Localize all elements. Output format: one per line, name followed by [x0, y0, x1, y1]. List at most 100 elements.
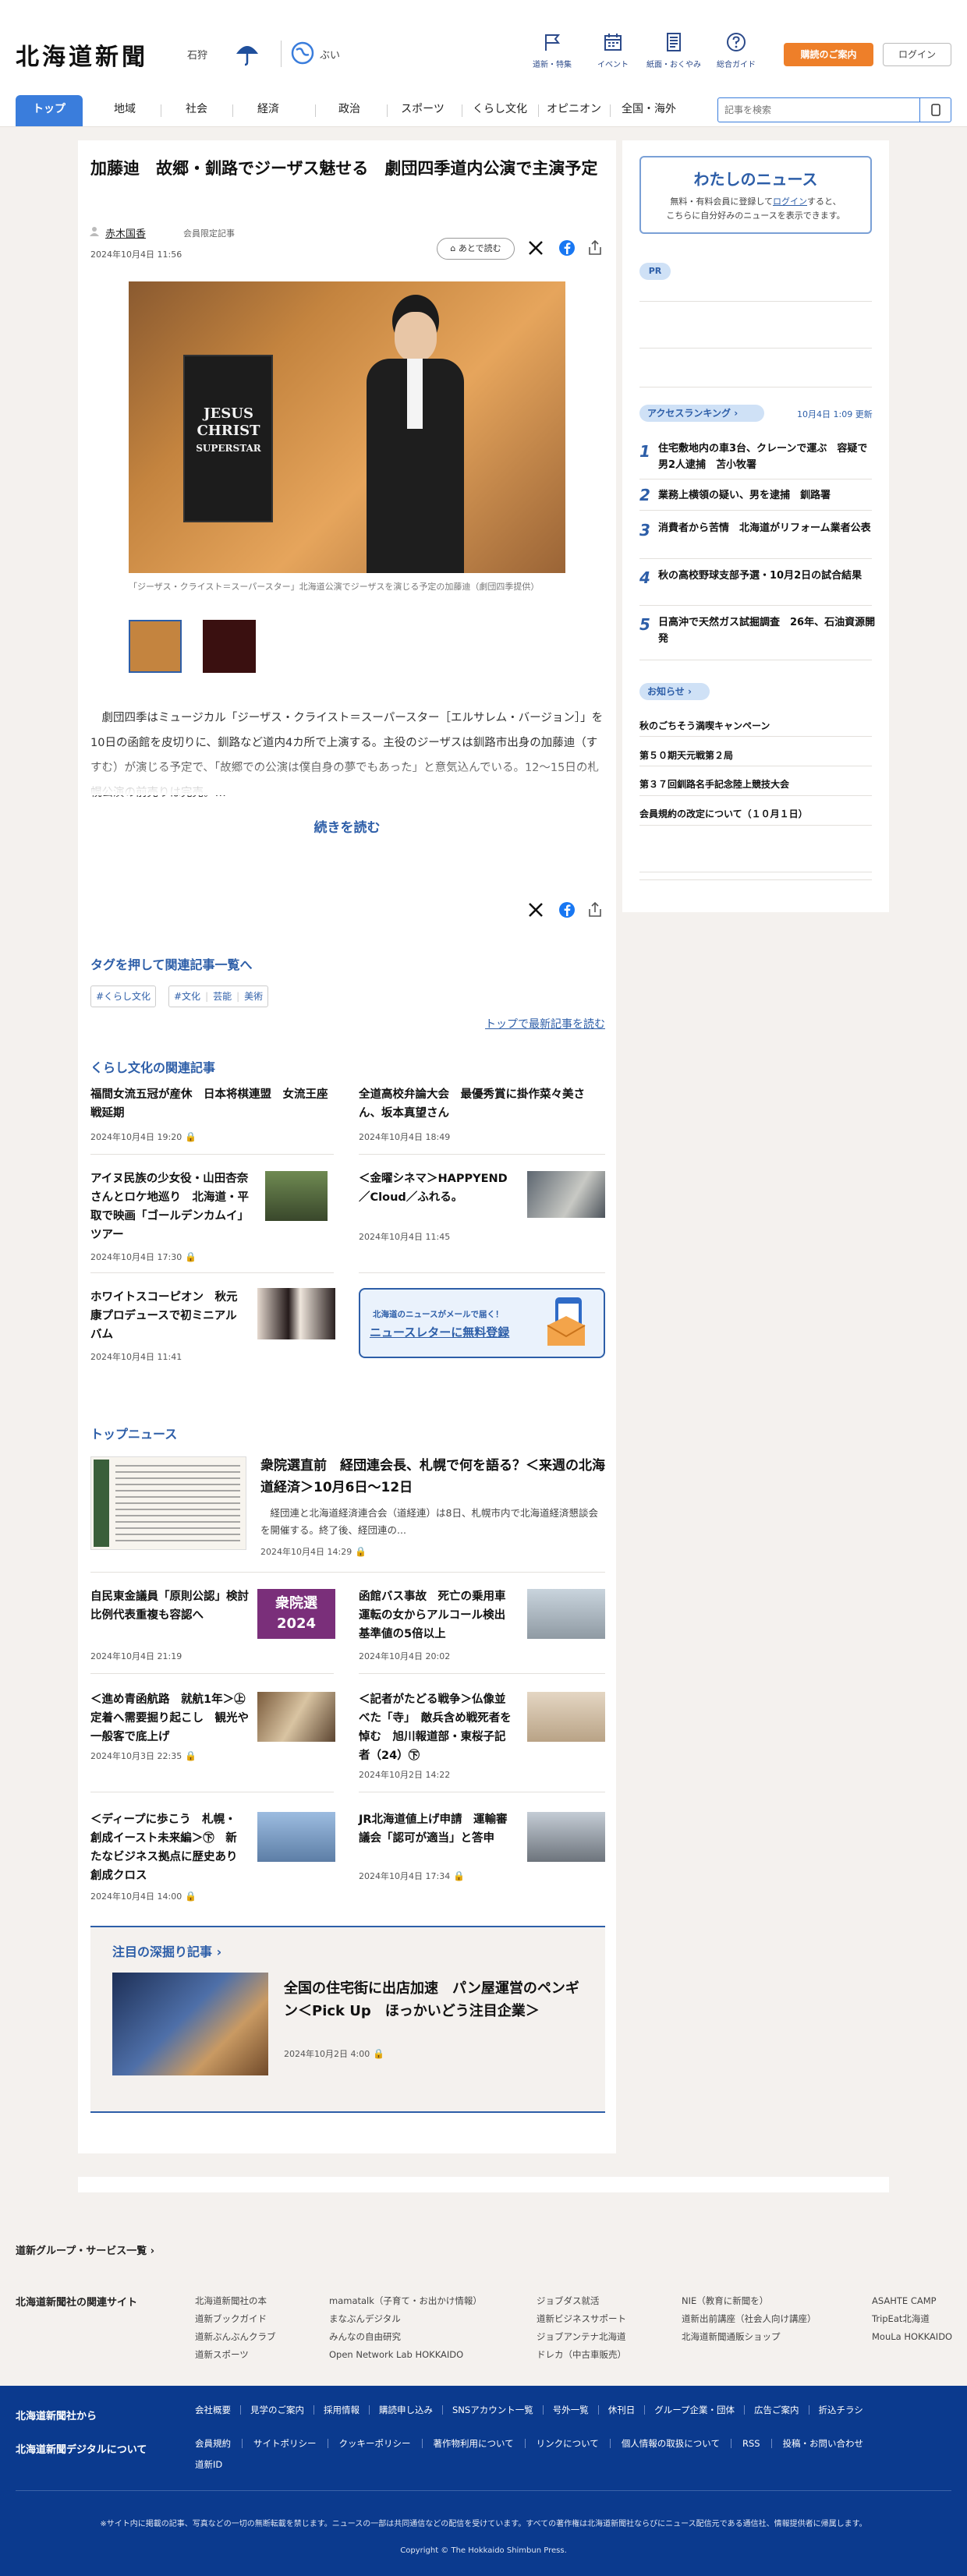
related-thumbnail[interactable] — [257, 1288, 335, 1339]
group-services-link[interactable]: 道新グループ・サービス一覧 › — [16, 2242, 154, 2257]
news-title[interactable]: 函館バス事故 死亡の乗用車運転の女からアルコール検出 基準値の5倍以上 — [359, 1587, 517, 1644]
thumbnail-2[interactable] — [203, 620, 256, 673]
related-site-link[interactable]: ASAHTE CAMP — [872, 2292, 952, 2310]
rank-title[interactable]: 日高沖で天然ガス試掘調査 26年、石油資源開発 — [658, 614, 877, 647]
weather-label[interactable]: ぶい — [320, 47, 340, 62]
globe-icon[interactable] — [290, 41, 315, 65]
umbrella-icon[interactable] — [234, 41, 260, 67]
related-site-link[interactable]: ジョブアンテナ北海道 — [537, 2328, 626, 2346]
top-latest-link[interactable]: トップで最新記事を読む — [460, 1016, 605, 1031]
related-site-link[interactable]: 道新出前講座（社会人向け講座） — [682, 2310, 816, 2328]
related-site-link[interactable]: まなぶんデジタル — [329, 2310, 482, 2328]
tab-region[interactable]: 地域 — [94, 95, 156, 126]
news-title[interactable]: JR北海道値上げ申請 運輸審議会「認可が適当」と答申 — [359, 1810, 512, 1848]
related-site-link[interactable]: 北海道新聞通販ショップ — [682, 2328, 816, 2346]
footer-link[interactable]: クッキーポリシー — [339, 2437, 411, 2450]
tab-economy[interactable]: 経済 — [237, 95, 299, 126]
related-site-link[interactable]: Open Network Lab HOKKAIDO — [329, 2346, 482, 2364]
related-site-link[interactable]: NIE（教育に新聞を） — [682, 2292, 816, 2310]
related-title[interactable]: 全道高校弁論大会 最優秀賞に掛作菜々美さん、坂本真望さん — [359, 1085, 605, 1123]
prefecture-label[interactable]: 石狩 — [187, 47, 207, 62]
related-site-link[interactable]: MouLa HOKKAIDO — [872, 2328, 952, 2346]
footer-link[interactable]: 投稿・お問い合わせ — [783, 2437, 864, 2450]
tab-top[interactable]: トップ — [16, 95, 83, 126]
footer-link[interactable]: 会社概要 — [195, 2404, 231, 2416]
rank-title[interactable]: 消費者から苦情 北海道がリフォーム業者公表 — [658, 520, 877, 536]
rank-title[interactable]: 秋の高校野球支部予選・10月2日の試合結果 — [658, 568, 877, 584]
news-title[interactable]: ＜ディープに歩こう 札幌・創成イースト未来編＞㊦ 新たなビジネス拠点に歴史あり … — [90, 1810, 249, 1885]
notice-item[interactable]: 会員規約の改定について（１０月１日） — [639, 807, 808, 820]
notice-item[interactable]: 秋のごちそう満喫キャンペーン — [639, 719, 770, 732]
footer-link[interactable]: 会員規約 — [195, 2437, 231, 2450]
footer-link[interactable]: 個人情報の取扱について — [622, 2437, 720, 2450]
news-thumbnail[interactable] — [527, 1589, 605, 1639]
share-icon[interactable] — [586, 901, 604, 918]
news-thumbnail[interactable]: 衆院選 2024 — [257, 1589, 335, 1639]
top-news-lead-title[interactable]: 衆院選直前 経団連会長、札幌で何を語る？＜来週の北海道経済＞10月6日～12日 — [260, 1455, 607, 1499]
deep-dive-heading[interactable]: 注目の深掘り記事 › — [112, 1941, 221, 1960]
news-thumbnail[interactable] — [527, 1692, 605, 1742]
search-button[interactable] — [919, 98, 951, 122]
related-site-link[interactable]: ジョブダス就活 — [537, 2292, 626, 2310]
tab-opinion[interactable]: オピニオン — [540, 95, 608, 126]
news-title[interactable]: ＜進め青函航路 就航1年＞㊤定着へ需要掘り起こし 観光や一般客で底上げ — [90, 1690, 251, 1746]
rank-title[interactable]: 住宅敷地内の車3台、クレーンで運ぶ 容疑で男2人逮捕 苫小牧署 — [658, 441, 877, 473]
tab-culture[interactable]: くらし文化 — [463, 95, 537, 126]
related-site-link[interactable]: 北海道新聞社の本 — [195, 2292, 276, 2310]
my-news-login-link[interactable]: ログイン — [773, 196, 807, 207]
footer-link[interactable]: 著作物利用について — [434, 2437, 514, 2450]
related-thumbnail[interactable] — [527, 1171, 605, 1218]
footer-link[interactable]: グループ企業・団体 — [654, 2404, 735, 2416]
related-title[interactable]: アイヌ民族の少女役・山田杏奈さんとロケ地巡り 北海道・平取で映画「ゴールデンカム… — [90, 1169, 254, 1244]
footer-link[interactable]: SNSアカウント一覧 — [452, 2404, 533, 2416]
x-share-icon[interactable] — [527, 901, 544, 918]
subscribe-button[interactable]: 購読のご案内 — [784, 43, 873, 66]
nav-guide[interactable]: 総合ガイド — [699, 31, 774, 69]
related-site-link[interactable]: 道新ブックガイド — [195, 2310, 276, 2328]
footer-link[interactable]: 購読申し込み — [379, 2404, 433, 2416]
footer-link[interactable]: 広告ご案内 — [754, 2404, 799, 2416]
thumbnail-1[interactable] — [129, 620, 182, 673]
rank-title[interactable]: 業務上横領の疑い、男を逮捕 釧路署 — [658, 487, 877, 504]
footer-link[interactable]: 号外一覧 — [553, 2404, 589, 2416]
site-logo[interactable]: 北海道新聞 — [16, 37, 148, 72]
related-title[interactable]: ＜金曜シネマ＞HAPPYEND／Cloud／ふれる。 — [359, 1169, 515, 1207]
related-title[interactable]: ホワイトスコーピオン 秋元康プロデュースで初ミニアルバム — [90, 1288, 246, 1344]
tag-bijutsu[interactable]: 美術 — [239, 991, 267, 1002]
notice-item[interactable]: 第３７回釧路名手記念陸上競技大会 — [639, 777, 789, 791]
related-thumbnail[interactable] — [265, 1171, 328, 1221]
related-site-link[interactable]: mamatalk（子育て・お出かけ情報） — [329, 2292, 482, 2310]
search-input[interactable] — [724, 102, 912, 118]
notice-item[interactable]: 第５０期天元戦第２局 — [639, 748, 733, 762]
footer-link[interactable]: 道新ID — [195, 2458, 222, 2471]
read-more-link[interactable]: 続きを読む — [78, 816, 616, 836]
news-title[interactable]: 自民東金議員「原則公認」検討 比例代表重複も容認へ — [90, 1587, 260, 1625]
tab-society[interactable]: 社会 — [165, 95, 228, 126]
read-later-button[interactable]: ⌂ あとで読む — [437, 238, 515, 260]
ranking-tab[interactable]: アクセスランキング › — [639, 405, 764, 422]
related-site-link[interactable]: TripEat北海道 — [872, 2310, 952, 2328]
facebook-share-icon[interactable] — [558, 239, 576, 257]
related-site-link[interactable]: ドレカ（中古車販売） — [537, 2346, 626, 2364]
tag-bunka[interactable]: #文化 — [169, 991, 205, 1002]
related-site-link[interactable]: みんなの自由研究 — [329, 2328, 482, 2346]
news-thumbnail[interactable] — [257, 1692, 335, 1742]
author-link[interactable]: 赤木国香 — [105, 225, 146, 240]
tag-geino[interactable]: 芸能 — [208, 991, 236, 1002]
related-site-link[interactable]: 道新ぶんぶんクラブ — [195, 2328, 276, 2346]
share-icon[interactable] — [586, 239, 604, 257]
news-thumbnail[interactable] — [527, 1812, 605, 1862]
notice-tab[interactable]: お知らせ › — [639, 683, 710, 700]
news-title[interactable]: ＜記者がたどる戦争＞仏像並べた「寺」 敵兵含め戦死者を悼む 旭川報道部・東桜子記… — [359, 1690, 512, 1765]
deep-dive-image[interactable] — [112, 1973, 268, 2075]
footer-link[interactable]: リンクについて — [537, 2437, 599, 2450]
tab-politics[interactable]: 政治 — [317, 95, 382, 126]
footer-link[interactable]: RSS — [742, 2438, 760, 2449]
related-site-link[interactable]: 道新スポーツ — [195, 2346, 276, 2364]
related-title[interactable]: 福間女流五冠が産休 日本将棋連盟 女流王座戦延期 — [90, 1085, 332, 1123]
footer-link[interactable]: 休刊日 — [608, 2404, 636, 2416]
footer-link[interactable]: サイトポリシー — [253, 2437, 317, 2450]
facebook-share-icon[interactable] — [558, 901, 576, 918]
x-share-icon[interactable] — [527, 239, 544, 257]
tab-national[interactable]: 全国・海外 — [611, 95, 686, 126]
